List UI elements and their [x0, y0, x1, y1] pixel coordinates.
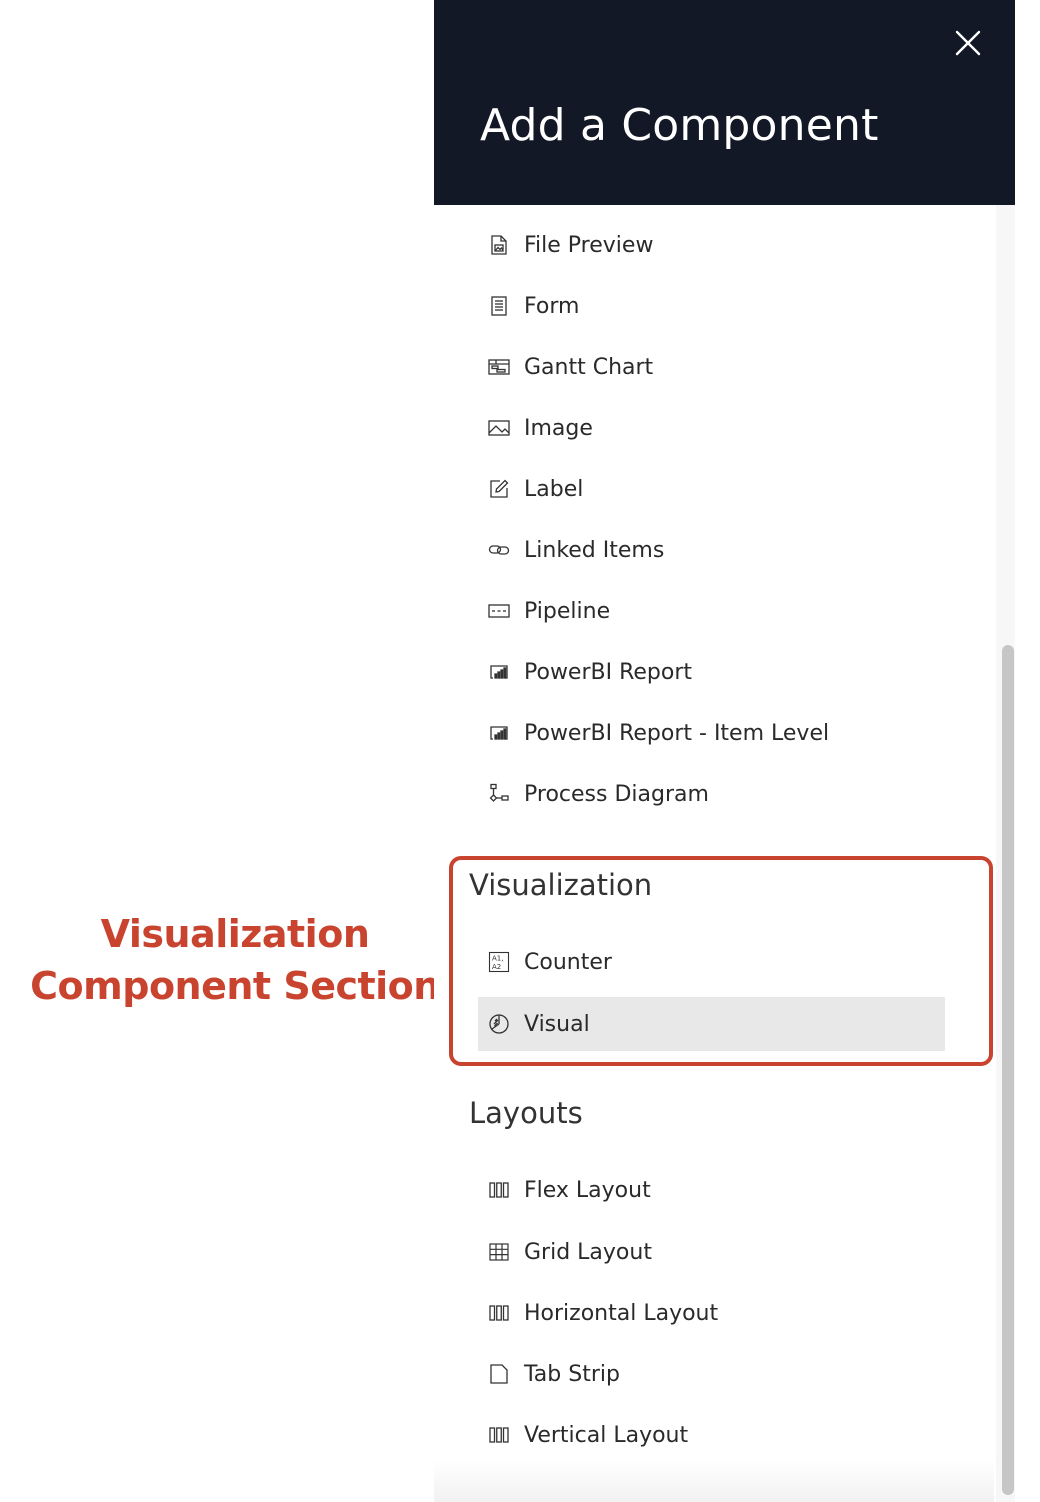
component-item-powerbi-report-item-level[interactable]: PowerBI Report - Item Level: [478, 706, 945, 760]
svg-text:A2: A2: [492, 963, 501, 971]
component-item-pipeline[interactable]: Pipeline: [478, 584, 945, 638]
gantt-chart-icon: [487, 355, 511, 379]
layout-item-tab-strip[interactable]: Tab Strip: [478, 1347, 945, 1401]
layout-item-label: Grid Layout: [524, 1239, 652, 1265]
powerbi-report-icon: [487, 660, 511, 684]
panel-header: Add a Component: [434, 0, 1015, 205]
tab-strip-icon: [487, 1362, 511, 1386]
process-diagram-icon: [487, 782, 511, 806]
component-item-label: PowerBI Report: [524, 659, 693, 685]
component-item-label: Linked Items: [524, 537, 665, 563]
component-item-label: Form: [524, 293, 580, 319]
panel-title: Add a Component: [480, 100, 879, 151]
layout-item-vertical[interactable]: Vertical Layout: [478, 1408, 945, 1462]
layout-item-label: Tab Strip: [524, 1361, 620, 1387]
svg-text:A1,: A1,: [492, 955, 503, 963]
flex-layout-icon: [487, 1178, 511, 1202]
component-item-linked-items[interactable]: Linked Items: [478, 523, 945, 577]
close-icon: [955, 30, 981, 56]
layout-item-label: Flex Layout: [524, 1177, 651, 1203]
layout-item-flex[interactable]: Flex Layout: [478, 1163, 945, 1217]
form-icon: [487, 294, 511, 318]
component-item-image[interactable]: Image: [478, 401, 945, 455]
link-icon: [487, 538, 511, 562]
component-item-visual[interactable]: Visual: [478, 997, 945, 1051]
component-item-file-preview[interactable]: File Preview: [478, 218, 945, 272]
visual-icon: [487, 1012, 511, 1036]
component-item-process-diagram[interactable]: Process Diagram: [478, 767, 945, 821]
layout-item-label: Vertical Layout: [524, 1422, 689, 1448]
component-item-label: Image: [524, 415, 593, 441]
section-title-layouts: Layouts: [469, 1096, 583, 1130]
component-item-label: Gantt Chart: [524, 354, 654, 380]
bottom-fade: [434, 1460, 994, 1502]
component-item-counter[interactable]: A1, A2 Counter: [478, 935, 945, 989]
component-item-label: Visual: [524, 1011, 590, 1037]
label-edit-icon: [487, 477, 511, 501]
annotation-callout: Visualization Component Section: [30, 908, 440, 1012]
component-item-label: Counter: [524, 949, 612, 975]
vertical-layout-icon: [487, 1423, 511, 1447]
grid-layout-icon: [487, 1240, 511, 1264]
section-title-visualization: Visualization: [469, 868, 653, 902]
file-preview-icon: [487, 233, 511, 257]
component-item-label: Label: [524, 476, 584, 502]
image-icon: [487, 416, 511, 440]
close-button[interactable]: [950, 25, 986, 61]
layout-item-label: Horizontal Layout: [524, 1300, 719, 1326]
powerbi-report-icon: [487, 721, 511, 745]
counter-icon: A1, A2: [487, 950, 511, 974]
component-item-label: File Preview: [524, 232, 654, 258]
annotation-line-2: Component Section: [30, 964, 440, 1008]
component-item-powerbi-report[interactable]: PowerBI Report: [478, 645, 945, 699]
page: Visualization Component Section Add a Co…: [0, 0, 1040, 1502]
pipeline-icon: [487, 599, 511, 623]
annotation-line-1: Visualization: [100, 912, 370, 956]
layout-item-horizontal[interactable]: Horizontal Layout: [478, 1286, 945, 1340]
component-item-gantt-chart[interactable]: Gantt Chart: [478, 340, 945, 394]
horizontal-layout-icon: [487, 1301, 511, 1325]
component-item-form[interactable]: Form: [478, 279, 945, 333]
scrollbar-thumb[interactable]: [1002, 645, 1014, 1495]
component-item-label: Pipeline: [524, 598, 611, 624]
component-item-label: PowerBI Report - Item Level: [524, 720, 830, 746]
component-item-label: Process Diagram: [524, 781, 709, 807]
component-item-label-component[interactable]: Label: [478, 462, 945, 516]
layout-item-grid[interactable]: Grid Layout: [478, 1225, 945, 1279]
